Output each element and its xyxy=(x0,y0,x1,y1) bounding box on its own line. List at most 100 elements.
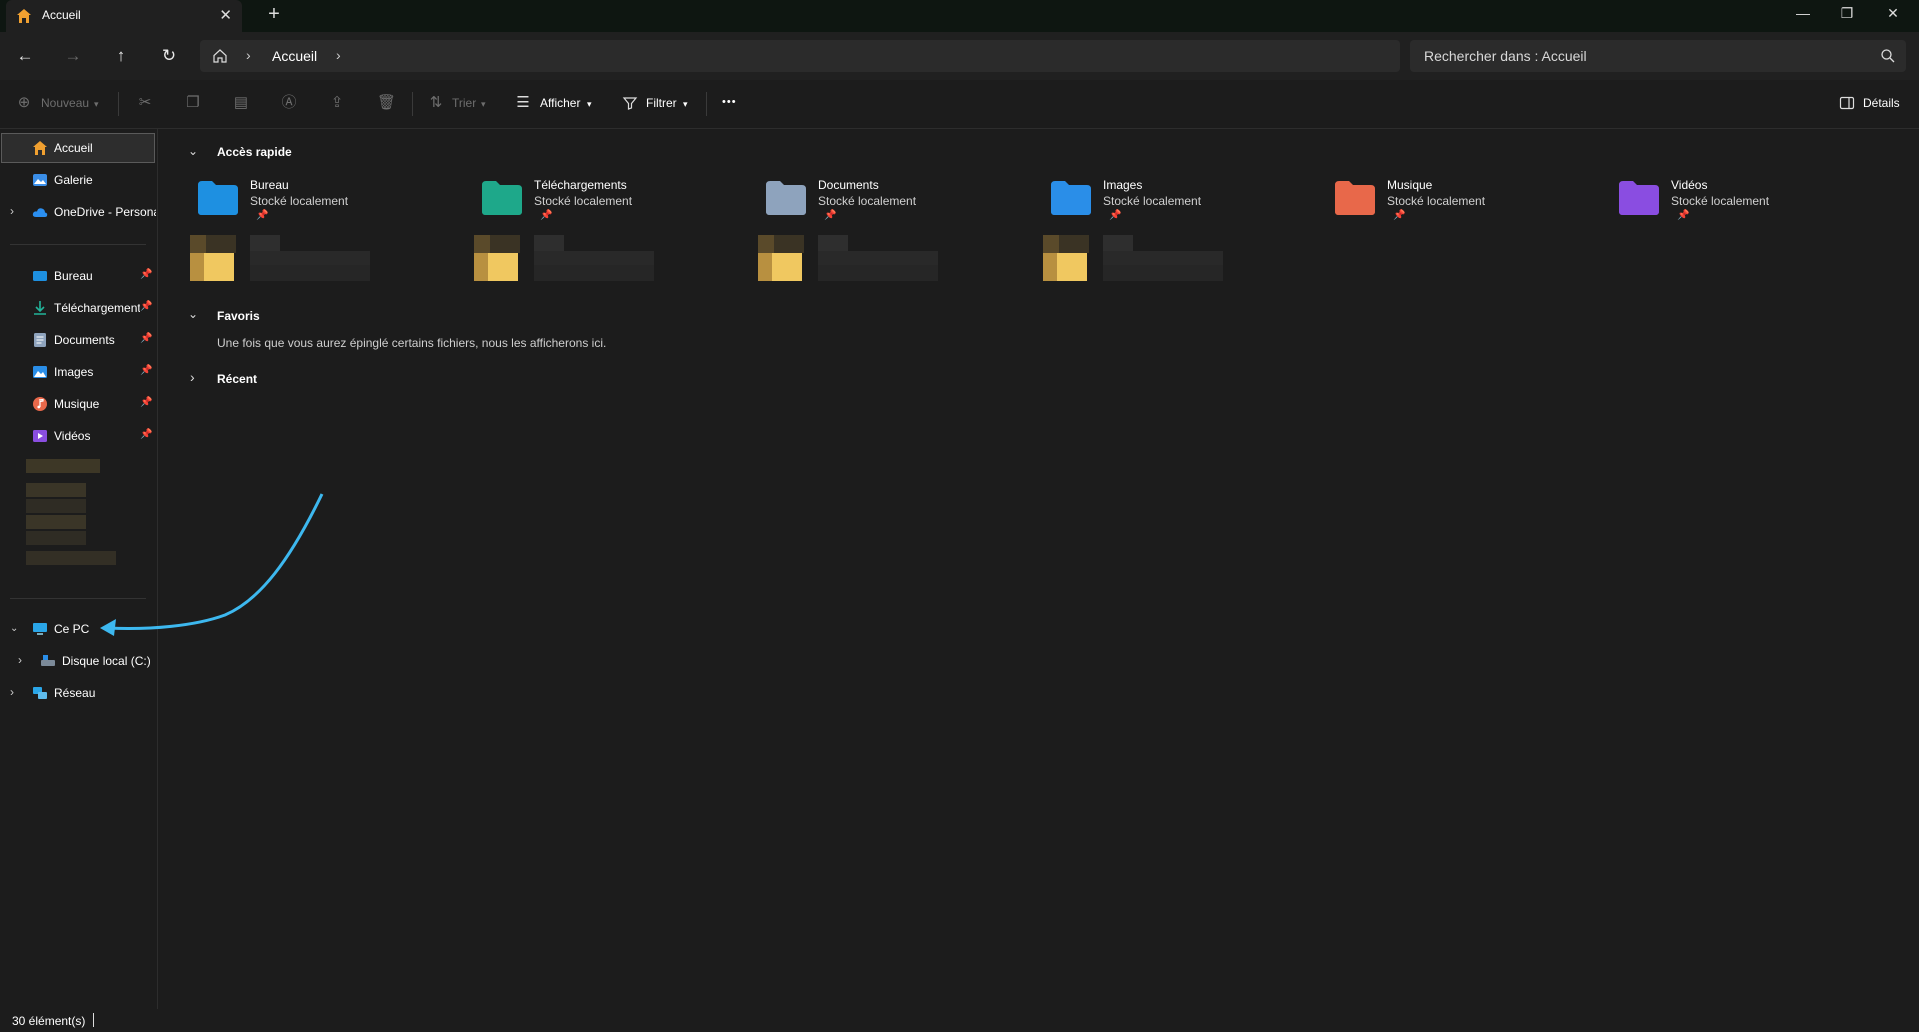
sidebar-item-label: Réseau xyxy=(54,686,96,700)
pin-icon: 📌 xyxy=(1393,210,1406,221)
pin-icon[interactable]: 📌 xyxy=(140,397,152,408)
section-quick-access[interactable]: Accès rapide xyxy=(217,145,292,159)
pin-icon[interactable]: 📌 xyxy=(140,269,152,280)
gallery-icon xyxy=(33,174,47,186)
content-pane: ⌄ Accès rapide Bureau Stocké localement 📌 T… xyxy=(158,129,1919,1009)
document-icon xyxy=(34,333,46,347)
chevron-right-icon[interactable]: › xyxy=(18,653,22,667)
quick-access-name: Musique xyxy=(1387,178,1433,192)
chevron-down-icon: ▾ xyxy=(481,99,486,109)
sort-button[interactable]: Trier xyxy=(452,96,476,110)
new-tab-button[interactable]: + xyxy=(262,3,286,26)
item-count: 30 élément(s) xyxy=(12,1014,86,1028)
chevron-down-icon: ▾ xyxy=(683,99,688,109)
pin-icon[interactable]: 📌 xyxy=(140,365,152,376)
sidebar-item-musique[interactable]: Musique 📌 xyxy=(0,390,156,418)
sidebar-item-label: Musique xyxy=(54,397,100,411)
sidebar-item-label: Ce PC xyxy=(54,622,90,636)
new-button[interactable]: Nouveau xyxy=(41,96,89,110)
chevron-right-icon[interactable]: › xyxy=(10,204,14,218)
chevron-right-icon[interactable]: › xyxy=(10,685,14,699)
minimize-button[interactable]: — xyxy=(1788,5,1818,21)
folder-icon xyxy=(198,181,238,215)
pin-icon: 📌 xyxy=(256,210,269,221)
redacted-preview xyxy=(1043,235,1223,281)
refresh-icon[interactable]: ↻ xyxy=(158,45,180,67)
video-icon xyxy=(33,430,47,442)
chevron-down-icon[interactable]: ⌄ xyxy=(188,307,198,321)
sidebar-item-telechargements[interactable]: Téléchargement 📌 xyxy=(0,294,156,322)
pin-icon: 📌 xyxy=(540,210,553,221)
sidebar-item-images[interactable]: Images 📌 xyxy=(0,358,156,386)
filter-button[interactable]: Filtrer xyxy=(646,96,677,110)
details-button[interactable]: Détails xyxy=(1863,96,1900,110)
filter-icon xyxy=(622,97,638,110)
view-button[interactable]: Afficher xyxy=(540,96,580,110)
quick-access-location: Stocké localement xyxy=(818,194,917,208)
pin-icon[interactable]: 📌 xyxy=(140,301,152,312)
copy-icon[interactable]: ❐ xyxy=(185,95,201,111)
quick-access-item[interactable]: Bureau Stocké localement 📌 xyxy=(164,167,404,287)
maximize-button[interactable]: ❐ xyxy=(1832,5,1862,22)
quick-access-name: Vidéos xyxy=(1671,178,1708,192)
chevron-down-icon: ▾ xyxy=(94,99,99,109)
sidebar-item-label: Images xyxy=(54,365,94,379)
tab-accueil[interactable]: Accueil ✕ xyxy=(6,0,242,32)
folder-icon xyxy=(1619,181,1659,215)
sidebar-item-disque-local[interactable]: › Disque local (C:) xyxy=(0,647,156,675)
back-arrow-icon[interactable]: ← xyxy=(14,45,36,67)
sidebar-item-reseau[interactable]: › Réseau xyxy=(0,679,156,707)
plus-circle-icon: ⊕ xyxy=(17,94,31,111)
paste-icon[interactable]: ▤ xyxy=(233,95,249,111)
sidebar-item-label: OneDrive - Persona xyxy=(54,205,156,219)
share-icon[interactable]: ⇪ xyxy=(329,95,345,111)
breadcrumb-separator[interactable]: › xyxy=(336,47,341,63)
breadcrumb-separator[interactable]: › xyxy=(246,47,251,63)
quick-access-item[interactable]: Images Stocké localement 📌 xyxy=(1017,167,1257,287)
chevron-down-icon[interactable]: ⌄ xyxy=(188,144,198,158)
pin-icon[interactable]: 📌 xyxy=(140,429,152,440)
quick-access-item[interactable]: Documents Stocké localement 📌 xyxy=(732,167,972,287)
delete-icon[interactable]: 🗑 xyxy=(377,95,396,111)
home-icon[interactable] xyxy=(212,48,228,64)
section-favorites[interactable]: Favoris xyxy=(217,309,260,323)
sidebar-item-videos[interactable]: Vidéos 📌 xyxy=(0,422,156,450)
sidebar-item-bureau[interactable]: Bureau 📌 xyxy=(0,262,156,290)
rename-icon[interactable]: Ⓐ xyxy=(281,95,297,111)
sidebar-item-documents[interactable]: Documents 📌 xyxy=(0,326,156,354)
network-icon xyxy=(33,687,47,699)
quick-access-name: Documents xyxy=(818,178,879,192)
chevron-down-icon[interactable]: ⌄ xyxy=(10,623,18,634)
search-input[interactable]: Rechercher dans : Accueil xyxy=(1410,40,1906,72)
chevron-right-icon[interactable]: › xyxy=(190,369,195,385)
sidebar-item-accueil[interactable]: Accueil xyxy=(1,133,155,163)
pin-icon: 📌 xyxy=(824,210,837,221)
quick-access-location: Stocké localement xyxy=(534,194,633,208)
pin-icon[interactable]: 📌 xyxy=(140,333,152,344)
up-arrow-icon[interactable]: ↑ xyxy=(110,45,132,67)
close-window-button[interactable]: ✕ xyxy=(1878,5,1908,22)
view-icon: ☰ xyxy=(516,94,530,111)
folder-icon xyxy=(482,181,522,215)
section-recent[interactable]: Récent xyxy=(217,372,257,386)
redacted-preview xyxy=(758,235,938,281)
quick-access-item[interactable]: Musique Stocké localement 📌 xyxy=(1301,167,1541,287)
divider xyxy=(412,92,413,116)
forward-arrow-icon[interactable]: → xyxy=(62,45,84,67)
image-icon xyxy=(33,366,47,378)
navigation-pane: Accueil Galerie › OneDrive - Persona Bur… xyxy=(0,129,158,1009)
address-bar[interactable]: › Accueil › xyxy=(200,40,1400,72)
sidebar-item-galerie[interactable]: Galerie xyxy=(0,166,156,194)
breadcrumb-accueil[interactable]: Accueil xyxy=(272,48,317,64)
tab-close-button[interactable]: ✕ xyxy=(219,6,232,24)
sidebar-item-label: Documents xyxy=(54,333,115,347)
divider xyxy=(93,1013,94,1027)
quick-access-item[interactable]: Téléchargements Stocké localement 📌 xyxy=(448,167,688,287)
more-options-button[interactable]: ••• xyxy=(722,96,737,108)
quick-access-item[interactable]: Vidéos Stocké localement 📌 xyxy=(1585,167,1825,287)
sidebar-item-onedrive[interactable]: › OneDrive - Persona xyxy=(0,198,156,226)
quick-access-name: Bureau xyxy=(250,178,289,192)
desktop-folder-icon xyxy=(33,271,47,281)
sidebar-item-ce-pc[interactable]: ⌄ Ce PC xyxy=(0,615,156,643)
cut-icon[interactable]: ✂ xyxy=(137,95,153,111)
